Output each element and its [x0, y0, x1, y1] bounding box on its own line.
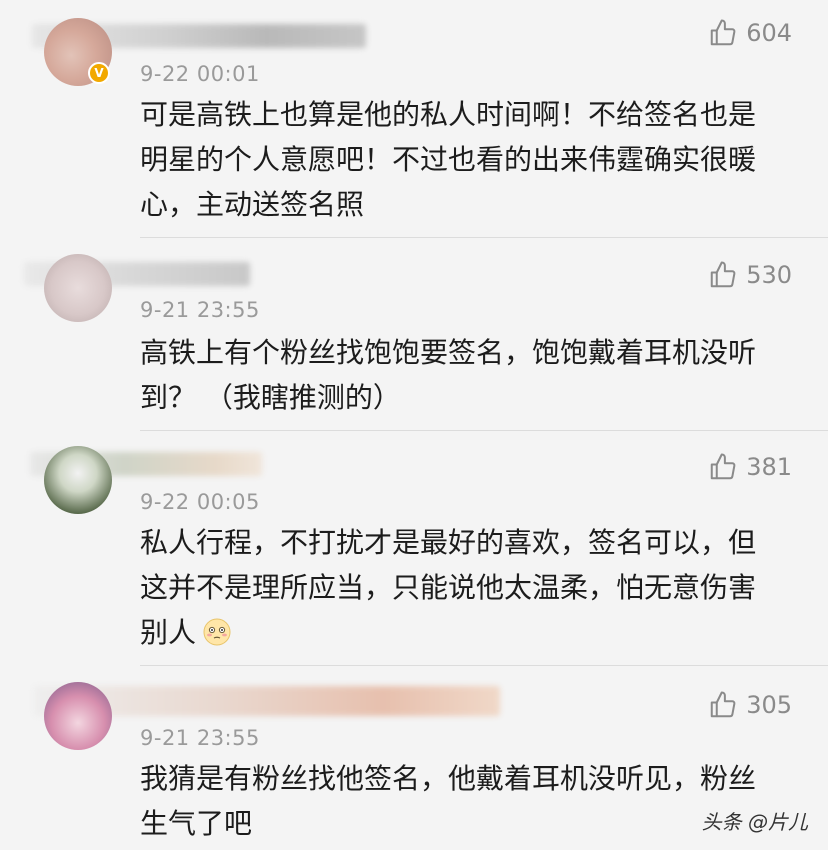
- like-count: 604: [746, 19, 792, 47]
- thumbs-up-icon: [710, 453, 736, 480]
- comment-timestamp: 9-21 23:55: [140, 726, 260, 750]
- divider: [140, 430, 828, 431]
- like-button[interactable]: 604: [708, 18, 792, 48]
- like-button[interactable]: 381: [708, 452, 792, 482]
- like-count: 305: [746, 691, 792, 719]
- avatar[interactable]: [44, 682, 112, 750]
- thumbs-up-icon: [710, 19, 736, 46]
- comment-timestamp: 9-21 23:55: [140, 298, 260, 322]
- thumbs-up-icon: [710, 691, 736, 718]
- comment-text: 我猜是有粉丝找他签名，他戴着耳机没听见，粉丝生气了吧: [140, 762, 757, 840]
- comment-text: 高铁上有个粉丝找饱饱要签名，饱饱戴着耳机没听到？ （我瞎推测的）: [140, 336, 757, 414]
- comment-text: 私人行程，不打扰才是最好的喜欢，签名可以，但这并不是理所应当，只能说他太温柔，怕…: [140, 520, 780, 655]
- like-count: 530: [746, 261, 792, 289]
- watermark: 头条 @片儿: [701, 810, 808, 834]
- verified-badge-icon: V: [88, 62, 110, 84]
- comment-timestamp: 9-22 00:01: [140, 62, 260, 86]
- flushed-face-emoji: [203, 618, 231, 646]
- like-button[interactable]: 530: [708, 260, 792, 290]
- comment-timestamp: 9-22 00:05: [140, 490, 260, 514]
- like-count: 381: [746, 453, 792, 481]
- thumbs-up-icon: [710, 261, 736, 288]
- divider: [140, 237, 828, 238]
- comment-list: V 604 9-22 00:01 可是高铁上也算是他的私人时间啊！不给签名也是明…: [0, 0, 828, 850]
- divider: [140, 665, 828, 666]
- avatar[interactable]: [44, 254, 112, 322]
- like-button[interactable]: 305: [708, 690, 792, 720]
- avatar[interactable]: [44, 446, 112, 514]
- comment-text-body: 私人行程，不打扰才是最好的喜欢，签名可以，但这并不是理所应当，只能说他太温柔，怕…: [140, 526, 757, 649]
- comment-text: 可是高铁上也算是他的私人时间啊！不给签名也是明星的个人意愿吧！不过也看的出来伟霆…: [140, 98, 757, 221]
